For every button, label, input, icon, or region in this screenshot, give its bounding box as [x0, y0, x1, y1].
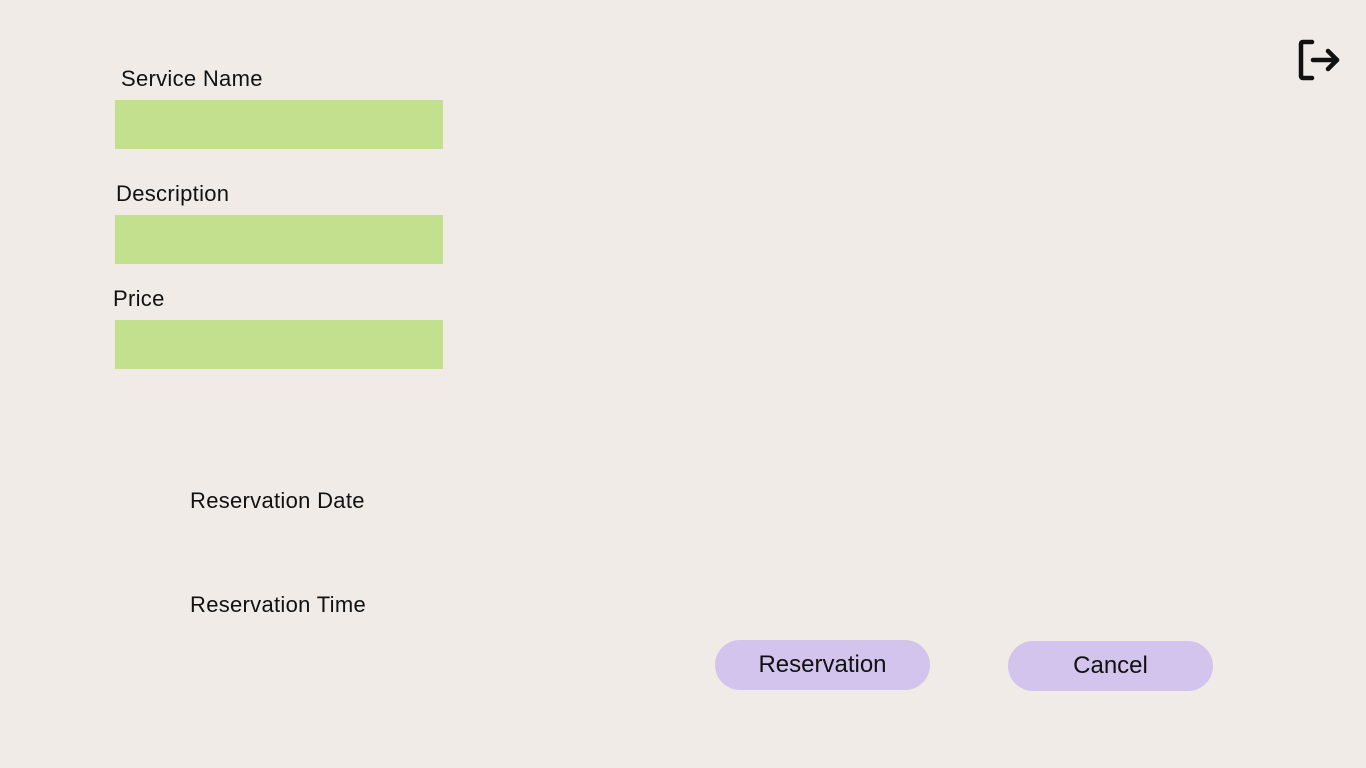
price-input[interactable]: [115, 320, 443, 369]
service-name-label: Service Name: [121, 66, 263, 91]
price-label: Price: [113, 286, 165, 311]
description-label: Description: [116, 181, 230, 206]
reservation-button[interactable]: Reservation: [715, 640, 930, 690]
cancel-button[interactable]: Cancel: [1008, 641, 1213, 691]
logout-icon[interactable]: [1298, 38, 1342, 82]
service-name-input[interactable]: [115, 100, 443, 149]
description-input[interactable]: [115, 215, 443, 264]
reservation-form-page: Service Name Description Price Reservati…: [0, 0, 1366, 768]
reservation-date-label: Reservation Date: [190, 488, 365, 513]
reservation-time-label: Reservation Time: [190, 592, 366, 617]
